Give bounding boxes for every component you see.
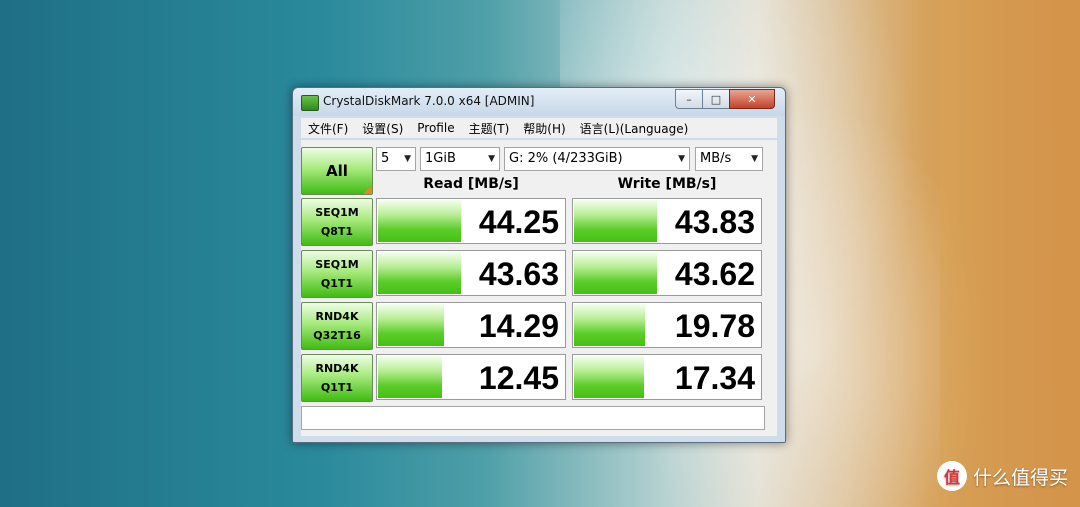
test-button-seq1m-q1t1[interactable]: SEQ1M Q1T1: [301, 250, 373, 298]
test-name: RND4K: [315, 310, 359, 323]
comment-field[interactable]: [301, 406, 765, 430]
test-params: Q1T1: [320, 381, 354, 394]
test-params: Q1T1: [320, 277, 354, 290]
dropdown-arrow-icon: ▼: [488, 154, 495, 164]
wallpaper-sand: [940, 0, 1080, 507]
test-params: Q8T1: [320, 225, 354, 238]
write-result: 43.83: [572, 198, 762, 244]
close-icon: ✕: [747, 92, 757, 106]
all-button-label: All: [326, 162, 348, 180]
app-icon: [301, 95, 319, 111]
write-header: Write [MB/s]: [617, 176, 717, 192]
benchmark-panel: All 5 ▼ 1GiB ▼ G: 2% (4/233GiB) ▼ MB/s ▼…: [301, 139, 777, 436]
menu-file[interactable]: 文件(F): [301, 120, 355, 137]
write-value: 43.83: [674, 204, 755, 240]
test-name: SEQ1M: [315, 206, 359, 219]
write-bar: [574, 200, 657, 242]
count-value: 5: [381, 151, 390, 166]
test-name: SEQ1M: [315, 258, 359, 271]
read-result: 44.25: [376, 198, 566, 244]
close-button[interactable]: ✕: [729, 89, 775, 109]
drive-value: G: 2% (4/233GiB): [509, 151, 623, 166]
menu-theme[interactable]: 主题(T): [462, 120, 517, 137]
menu-settings[interactable]: 设置(S): [355, 120, 410, 137]
read-value: 44.25: [478, 204, 559, 240]
write-bar: [574, 304, 646, 346]
read-result: 43.63: [376, 250, 566, 296]
read-value: 43.63: [478, 256, 559, 292]
read-bar: [378, 200, 461, 242]
watermark-logo-icon: 值: [936, 461, 967, 491]
write-value: 43.62: [674, 256, 755, 292]
dropdown-arrow-icon: ▼: [751, 154, 758, 164]
window-title: CrystalDiskMark 7.0.0 x64 [ADMIN]: [323, 94, 535, 108]
read-bar: [378, 252, 461, 294]
count-select[interactable]: 5 ▼: [376, 147, 416, 171]
write-result: 17.34: [572, 354, 762, 400]
test-button-rnd4k-q32t16[interactable]: RND4K Q32T16: [301, 302, 373, 350]
all-button[interactable]: All: [301, 147, 373, 195]
corner-marker-icon: [363, 185, 372, 194]
test-button-seq1m-q8t1[interactable]: SEQ1M Q8T1: [301, 198, 373, 246]
unit-value: MB/s: [700, 151, 732, 166]
read-value: 12.45: [478, 360, 559, 396]
read-header: Read [MB/s]: [423, 176, 519, 192]
title-bar[interactable]: CrystalDiskMark 7.0.0 x64 [ADMIN] – □ ✕: [293, 88, 785, 116]
write-value: 19.78: [674, 308, 755, 344]
test-button-rnd4k-q1t1[interactable]: RND4K Q1T1: [301, 354, 373, 402]
menu-help[interactable]: 帮助(H): [516, 120, 572, 137]
drive-select[interactable]: G: 2% (4/233GiB) ▼: [504, 147, 690, 171]
test-params: Q32T16: [313, 329, 361, 342]
read-value: 14.29: [478, 308, 559, 344]
crystaldiskmark-window: CrystalDiskMark 7.0.0 x64 [ADMIN] – □ ✕ …: [292, 87, 786, 443]
maximize-button[interactable]: □: [702, 89, 730, 109]
minimize-icon: –: [686, 92, 692, 106]
test-name: RND4K: [315, 362, 359, 375]
write-result: 43.62: [572, 250, 762, 296]
read-result: 14.29: [376, 302, 566, 348]
maximize-icon: □: [710, 92, 722, 106]
watermark-text: 什么值得买: [972, 466, 1068, 489]
read-bar: [378, 304, 444, 346]
write-result: 19.78: [572, 302, 762, 348]
read-result: 12.45: [376, 354, 566, 400]
write-bar: [574, 356, 644, 398]
unit-select[interactable]: MB/s ▼: [695, 147, 763, 171]
menu-bar: 文件(F) 设置(S) Profile 主题(T) 帮助(H) 语言(L)(La…: [301, 118, 777, 138]
dropdown-arrow-icon: ▼: [404, 154, 411, 164]
dropdown-arrow-icon: ▼: [678, 154, 685, 164]
menu-profile[interactable]: Profile: [410, 121, 461, 135]
watermark: 值 什么值得买: [936, 461, 1068, 491]
minimize-button[interactable]: –: [675, 89, 703, 109]
write-bar: [574, 252, 657, 294]
write-value: 17.34: [674, 360, 755, 396]
size-value: 1GiB: [425, 151, 456, 166]
size-select[interactable]: 1GiB ▼: [420, 147, 500, 171]
read-bar: [378, 356, 442, 398]
menu-language[interactable]: 语言(L)(Language): [573, 120, 696, 137]
